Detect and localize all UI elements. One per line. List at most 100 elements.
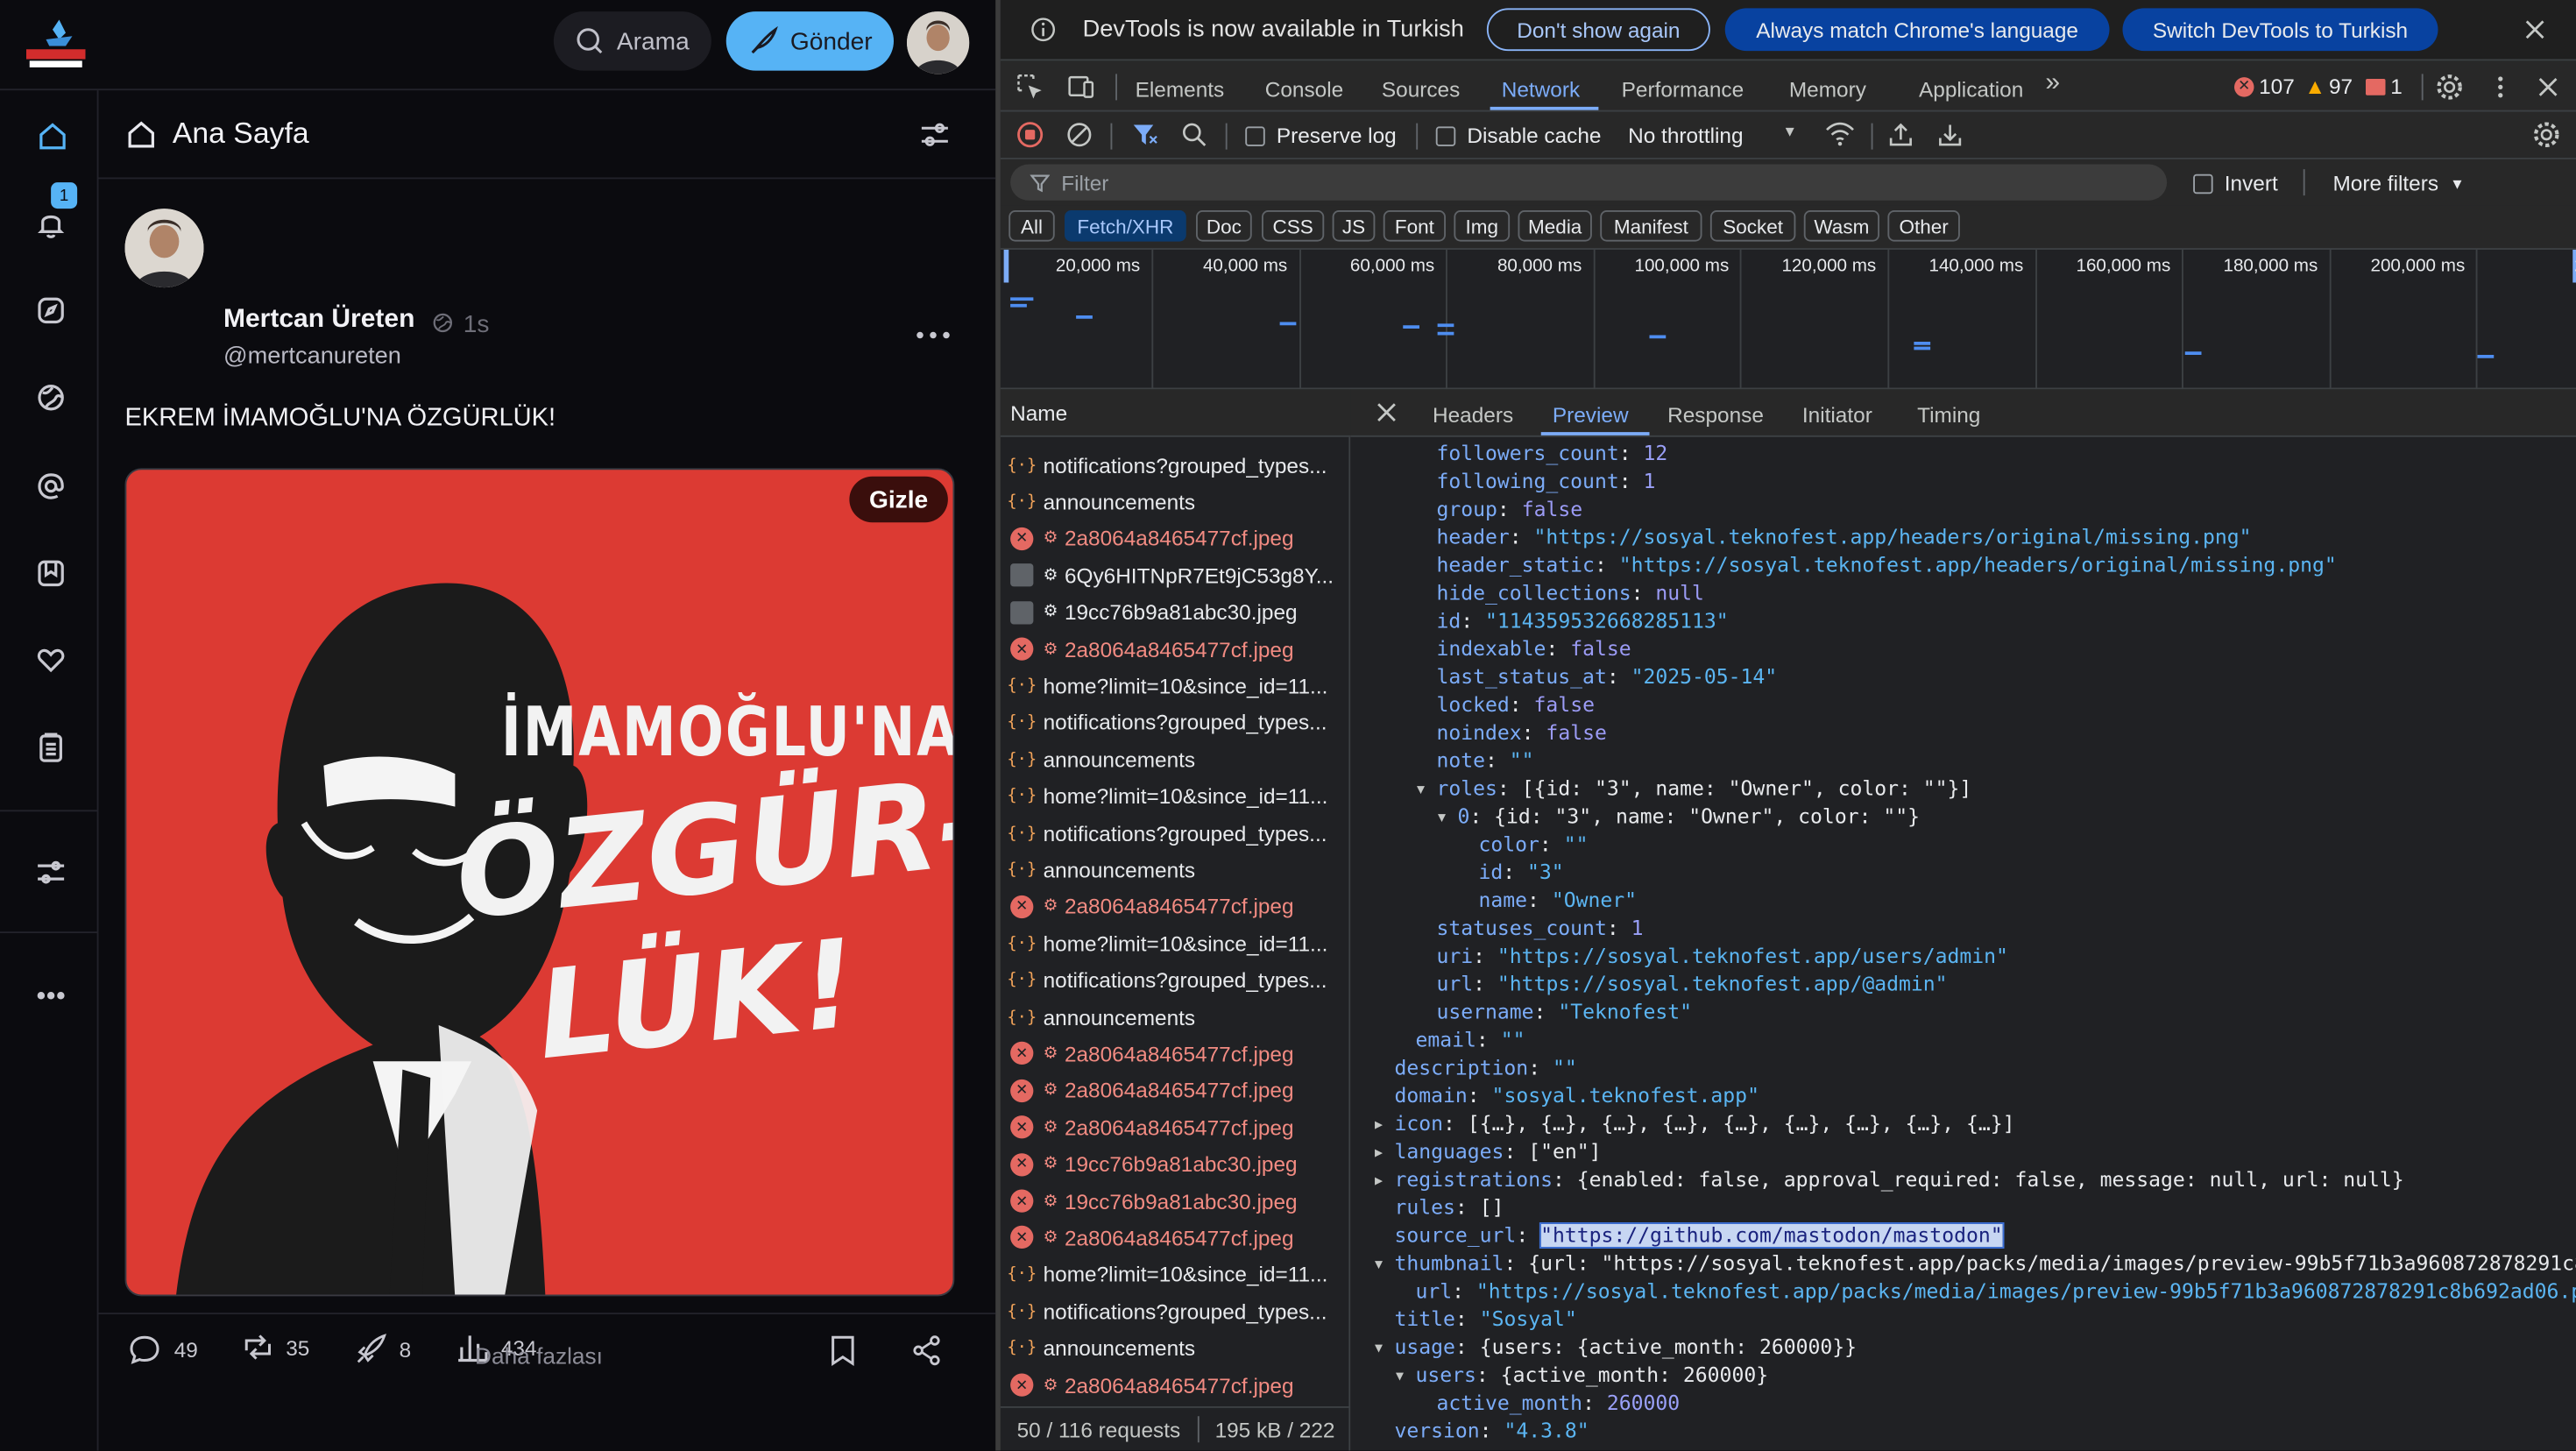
hide-media-button[interactable]: Gizle (849, 476, 948, 523)
nav-bookmarks[interactable] (28, 550, 74, 597)
preserve-log-checkbox[interactable]: Preserve log (1245, 124, 1397, 148)
network-settings-icon[interactable] (2531, 120, 2561, 150)
request-row[interactable]: {·} notifications?grouped_types... (1001, 1293, 1350, 1329)
request-row[interactable]: ⚙ 6Qy6HITNpR7Et9jC53g8Y... (1001, 557, 1350, 593)
expanded-triangle-icon[interactable]: ▼ (1375, 1334, 1383, 1363)
network-conditions-icon[interactable] (1825, 122, 1855, 148)
json-property-row[interactable]: ▼ users: {active_month: 260000} (1396, 1362, 1768, 1390)
request-row[interactable]: ✕ ⚙ 2a8064a8465477cf.jpeg (1001, 1367, 1350, 1403)
post-menu-icon[interactable] (915, 327, 951, 343)
tab-elements[interactable]: Elements (1136, 77, 1225, 102)
type-filter-doc[interactable]: Doc (1196, 210, 1252, 242)
invert-checkbox[interactable]: Invert (2193, 171, 2278, 195)
request-row[interactable]: {·} home?limit=10&since_id=11... (1001, 778, 1350, 814)
request-row[interactable]: ✕ ⚙ 2a8064a8465477cf.jpeg (1001, 1072, 1350, 1108)
timeline-handle-left[interactable] (1003, 250, 1009, 283)
more-filters-dropdown[interactable]: More filters ▼ (2333, 171, 2465, 195)
json-property-row[interactable]: ▼ roles: [{id: "3", name: "Owner", color:… (1417, 775, 1971, 803)
close-detail-icon[interactable] (1376, 402, 1397, 422)
expanded-triangle-icon[interactable]: ▼ (1438, 803, 1446, 832)
tab-performance[interactable]: Performance (1622, 77, 1744, 102)
load-more-button[interactable]: Daha fazlası (99, 1342, 980, 1369)
json-property-row[interactable]: ▼ usage: {users: {active_month: 260000}} (1375, 1334, 1857, 1363)
request-row[interactable]: ⚙ 19cc76b9a81abc30.jpeg (1001, 594, 1350, 630)
post[interactable]: Mertcan Üreten @mertcanureten 1s EKREM İ… (98, 180, 996, 1367)
nav-lists[interactable] (28, 725, 74, 771)
request-row[interactable]: {·} notifications?grouped_types... (1001, 815, 1350, 851)
type-filter-manifest[interactable]: Manifest (1600, 210, 1702, 242)
request-row[interactable]: {·} announcements (1001, 852, 1350, 888)
detail-tab-headers[interactable]: Headers (1433, 402, 1513, 427)
tab-sources[interactable]: Sources (1382, 77, 1460, 102)
nav-favourites[interactable] (28, 638, 74, 684)
app-logo[interactable] (23, 17, 88, 73)
device-toolbar-icon[interactable] (1066, 73, 1096, 103)
type-filter-css[interactable]: CSS (1262, 210, 1325, 242)
error-counter[interactable]: ✕ 107 ▲ 97 1 (2234, 74, 2403, 99)
request-row[interactable]: ✕ ⚙ 2a8064a8465477cf.jpeg (1001, 1036, 1350, 1072)
type-filter-wasm[interactable]: Wasm (1803, 210, 1879, 242)
name-column-header[interactable]: Name (1000, 389, 1351, 437)
nav-notifications[interactable]: 1 (28, 182, 78, 247)
filter-input[interactable]: Filter (1010, 164, 2168, 201)
disable-cache-checkbox[interactable]: Disable cache (1435, 124, 1601, 148)
nav-explore[interactable] (28, 287, 74, 334)
search-icon[interactable] (1181, 122, 1207, 148)
type-filter-js[interactable]: JS (1332, 210, 1376, 242)
detail-tab-response[interactable]: Response (1667, 402, 1764, 427)
request-row[interactable]: ✕ ⚙ 2a8064a8465477cf.jpeg (1001, 1220, 1350, 1256)
search-button[interactable]: Arama (553, 11, 711, 71)
expanded-triangle-icon[interactable]: ▼ (1396, 1362, 1404, 1390)
request-row[interactable]: ✕ ⚙ 2a8064a8465477cf.jpeg (1001, 888, 1350, 924)
collapsed-triangle-icon[interactable]: ▶ (1375, 1111, 1383, 1139)
type-filter-other[interactable]: Other (1887, 210, 1960, 242)
tab-application[interactable]: Application (1919, 77, 2023, 102)
type-filter-fetch-xhr[interactable]: Fetch/XHR (1065, 210, 1186, 242)
throttling-select[interactable]: No throttling ▼ (1628, 124, 1808, 148)
request-row[interactable]: ✕ ⚙ 19cc76b9a81abc30.jpeg (1001, 1146, 1350, 1182)
detail-tab-initiator[interactable]: Initiator (1802, 402, 1872, 427)
request-row[interactable]: {·} notifications?grouped_types... (1001, 447, 1350, 483)
nav-mentions[interactable] (28, 464, 74, 510)
request-row[interactable]: {·} notifications?grouped_types... (1001, 962, 1350, 998)
request-row[interactable]: ✕ ⚙ 19cc76b9a81abc30.jpeg (1001, 1183, 1350, 1219)
request-row[interactable]: {·} home?limit=10&since_id=11... (1001, 925, 1350, 961)
json-property-row[interactable]: ▼ thumbnail: {url: "https://sosyal.teknof… (1375, 1250, 2576, 1278)
compose-button[interactable]: Gönder (725, 11, 894, 71)
json-property-row[interactable]: ▶ languages: ["en"] (1375, 1138, 1602, 1166)
author-name[interactable]: Mertcan Üreten (223, 306, 414, 336)
nav-preferences[interactable] (28, 849, 74, 895)
nav-more[interactable] (28, 973, 74, 1019)
inspect-element-icon[interactable] (1016, 73, 1045, 103)
avatar[interactable] (907, 11, 970, 74)
json-preview-tree[interactable]: followers_count: 12 following_count: 1 gro… (1350, 441, 2576, 1451)
kebab-menu-icon[interactable] (2495, 74, 2505, 100)
column-settings-icon[interactable] (916, 117, 952, 152)
gear-icon[interactable] (2435, 73, 2465, 103)
author-avatar[interactable] (124, 209, 204, 288)
more-tabs-icon[interactable]: » (2045, 69, 2060, 99)
nav-home[interactable] (28, 112, 77, 161)
author-handle[interactable]: @mertcanureten (223, 343, 401, 370)
request-row[interactable]: ✕ ⚙ 2a8064a8465477cf.jpeg (1001, 1109, 1350, 1145)
request-row[interactable]: ✕ ⚙ 2a8064a8465477cf.jpeg (1001, 520, 1350, 556)
post-time[interactable]: 1s (464, 310, 490, 338)
nav-federated[interactable] (28, 375, 74, 421)
post-media[interactable]: İMAMOĞLU'NA ÖZGÜR- LÜK! Gizle (124, 468, 955, 1297)
json-property-row[interactable]: ▶ registrations: {enabled: false, approva… (1375, 1166, 2404, 1194)
request-row[interactable]: {·} home?limit=10&since_id=11... (1001, 1256, 1350, 1292)
request-row[interactable]: {·} announcements (1001, 484, 1350, 520)
request-row[interactable]: ✕ ⚙ 2a8064a8465477cf.jpeg (1001, 631, 1350, 667)
type-filter-media[interactable]: Media (1518, 210, 1592, 242)
type-filter-img[interactable]: Img (1454, 210, 1511, 242)
collapsed-triangle-icon[interactable]: ▶ (1375, 1166, 1383, 1194)
filter-icon[interactable] (1130, 120, 1160, 150)
type-filter-font[interactable]: Font (1383, 210, 1446, 242)
collapsed-triangle-icon[interactable]: ▶ (1375, 1138, 1383, 1166)
request-row[interactable]: {·} home?limit=10&since_id=11... (1001, 668, 1350, 704)
json-property-row[interactable]: ▼ 0: {id: "3", name: "Owner", color: ""} (1438, 803, 1920, 832)
import-har-icon[interactable] (1887, 122, 1914, 148)
clear-icon[interactable] (1066, 122, 1093, 148)
expanded-triangle-icon[interactable]: ▼ (1375, 1250, 1383, 1278)
expanded-triangle-icon[interactable]: ▼ (1417, 775, 1425, 803)
